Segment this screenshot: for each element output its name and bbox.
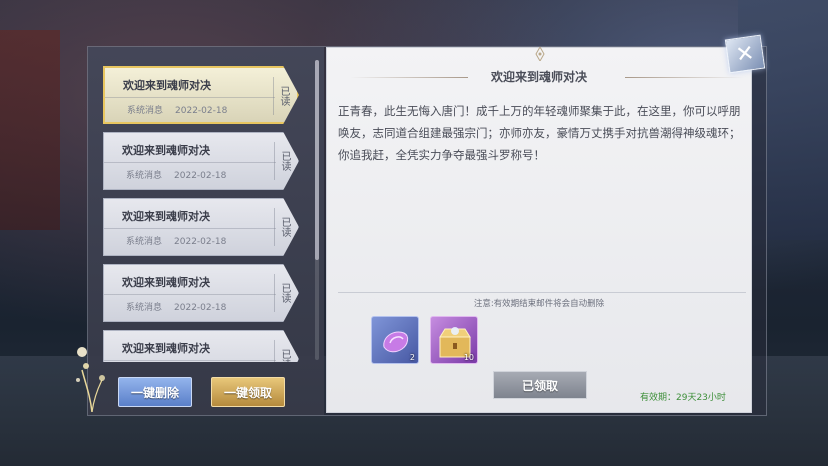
close-icon: ✕: [734, 40, 756, 68]
mail-item-date: 2022-02-18: [174, 237, 227, 247]
mail-item-title: 欢迎来到魂师对决: [122, 342, 210, 355]
mail-list-item[interactable]: 欢迎来到魂师对决 系统消息 2022-02-18 已读: [103, 66, 299, 124]
mail-item-date: 2022-02-18: [174, 171, 227, 181]
ornament-icon: [535, 47, 545, 61]
mail-item-meta: 系统消息 2022-02-18: [127, 103, 227, 116]
mail-item-category: 系统消息: [126, 303, 163, 313]
reward-count: 2: [409, 353, 415, 362]
mail-list-item[interactable]: 欢迎来到魂师对决 系统消息 2022-02-18 已读: [103, 132, 299, 190]
mail-item-date: 2022-02-18: [175, 106, 228, 116]
delete-all-button[interactable]: 一键删除: [118, 377, 192, 407]
mail-item-meta: 系统消息 2022-02-18: [126, 300, 226, 313]
content-separator: [338, 292, 746, 293]
mail-item-divider: [104, 294, 276, 295]
mail-list-scroll-thumb[interactable]: [315, 60, 319, 260]
read-status-tag: 已读: [274, 274, 292, 312]
read-status-tag: 已读: [274, 142, 292, 180]
mail-list-item[interactable]: 欢迎来到魂师对决 系统消息 2022-02-18 已读: [103, 198, 299, 256]
claim-all-button[interactable]: 一键领取: [211, 377, 285, 407]
mail-item-title: 欢迎来到魂师对决: [122, 144, 210, 157]
mail-item-meta: 系统消息 2022-02-18: [126, 234, 226, 247]
mail-item-category: 系统消息: [126, 237, 163, 247]
title-divider-right: [625, 77, 743, 78]
close-button[interactable]: ✕: [724, 34, 766, 74]
mail-list-item[interactable]: 欢迎来到魂师对决 已读: [103, 330, 299, 362]
mail-list-item[interactable]: 欢迎来到魂师对决 系统消息 2022-02-18 已读: [103, 264, 299, 322]
read-status-tag: 已读: [273, 77, 291, 115]
mail-item-category: 系统消息: [126, 171, 163, 181]
flower-decoration-icon: [76, 347, 105, 412]
validity-period: 有效期：29天23小时: [640, 393, 726, 403]
read-status-tag: 已读: [274, 208, 292, 246]
reward-item[interactable]: 10: [430, 316, 478, 364]
mail-item-category: 系统消息: [127, 106, 164, 116]
mail-item-divider: [104, 228, 276, 229]
background-pillar: [0, 30, 60, 230]
mail-detail-body: 正青春，此生无悔入唐门！成千上万的年轻魂师聚集于此，在这里，你可以呼朋唤友，志同…: [338, 104, 741, 162]
claimed-button[interactable]: 已领取: [493, 371, 587, 399]
mail-item-title: 欢迎来到魂师对决: [122, 276, 210, 289]
mail-item-divider: [104, 162, 276, 163]
mail-list[interactable]: 欢迎来到魂师对决 系统消息 2022-02-18 已读 欢迎来到魂师对决 系统消息…: [103, 66, 303, 362]
mail-item-title: 欢迎来到魂师对决: [123, 79, 211, 92]
mail-item-date: 2022-02-18: [174, 303, 227, 313]
mail-item-divider: [104, 360, 276, 361]
mail-item-meta: 系统消息 2022-02-18: [126, 168, 226, 181]
mail-item-divider: [105, 97, 275, 98]
reward-count: 10: [463, 353, 474, 362]
read-status-tag: 已读: [274, 340, 292, 362]
mail-item-title: 欢迎来到魂师对决: [122, 210, 210, 223]
expiry-notice: 注意:有效期结束邮件将会自动删除: [473, 299, 605, 309]
reward-item[interactable]: 2: [371, 316, 419, 364]
